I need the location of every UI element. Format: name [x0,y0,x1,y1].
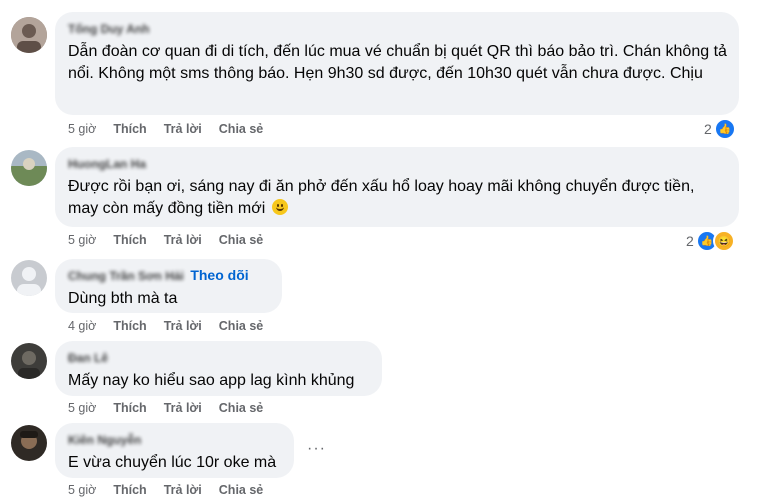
comment-actions: 5 giờ Thích Trả lời Chia sẻ [68,233,280,247]
comment-author[interactable]: HuongLan Ha [68,156,146,172]
comment-author[interactable]: Đan Lê [68,350,108,366]
comment-time[interactable]: 5 giờ [68,483,96,497]
comment-text: Mấy nay ko hiểu sao app lag kình khủng [68,372,355,389]
haha-icon: 😆 [712,230,735,252]
comment-actions: 5 giờ Thích Trả lời Chia sẻ [68,401,280,415]
like-icon: 👍 [713,118,736,140]
comment-time[interactable]: 5 giờ [68,233,96,247]
reply-button[interactable]: Trả lời [164,483,202,497]
avatar[interactable] [11,343,47,379]
more-options-icon[interactable]: ··· [307,440,326,458]
comment-text: Dẫn đoàn cơ quan đi di tích, đến lúc mua… [68,43,727,82]
default-avatar-icon [11,260,47,296]
share-button[interactable]: Chia sẻ [219,233,263,247]
like-button[interactable]: Thích [113,233,146,247]
share-button[interactable]: Chia sẻ [219,401,263,415]
comment-time[interactable]: 5 giờ [68,122,96,136]
comment-bubble: HuongLan Ha Được rồi bạn ơi, sáng nay đi… [55,147,739,227]
profile-photo-icon [11,17,47,53]
like-button[interactable]: Thích [113,401,146,415]
like-button[interactable]: Thích [113,122,146,136]
comment-bubble: Chung Trần Sơn Hải Theo dõi Dùng bth mà … [55,259,282,313]
reply-button[interactable]: Trả lời [164,401,202,415]
profile-photo-icon [11,150,47,186]
comment-text: E vừa chuyển lúc 10r oke mà [68,454,277,471]
profile-photo-icon [11,343,47,379]
reply-button[interactable]: Trả lời [164,233,202,247]
avatar[interactable] [11,260,47,296]
reply-button[interactable]: Trả lời [164,319,202,333]
comment-author[interactable]: Kiên Nguyễn [68,432,141,448]
comment-text: Dùng bth mà ta [68,290,178,307]
comment-bubble: Kiên Nguyễn E vừa chuyển lúc 10r oke mà [55,423,294,478]
share-button[interactable]: Chia sẻ [219,122,263,136]
comment-time[interactable]: 5 giờ [68,401,96,415]
comment-author[interactable]: Chung Trần Sơn Hải [68,268,184,284]
comment-actions: 5 giờ Thích Trả lời Chia sẻ [68,122,280,136]
share-button[interactable]: Chia sẻ [219,483,263,497]
reaction-count: 2 [704,121,712,137]
comment-actions: 5 giờ Thích Trả lời Chia sẻ [68,483,280,497]
comment-author[interactable]: Tống Duy Anh [68,21,150,37]
share-button[interactable]: Chia sẻ [219,319,263,333]
like-button[interactable]: Thích [113,319,146,333]
comment-text: Được rồi bạn ơi, sáng nay đi ăn phở đến … [68,178,695,217]
like-button[interactable]: Thích [113,483,146,497]
comment-actions: 4 giờ Thích Trả lời Chia sẻ [68,319,280,333]
avatar[interactable] [11,17,47,53]
smile-emoji-icon [271,199,288,215]
reply-button[interactable]: Trả lời [164,122,202,136]
reaction-summary[interactable]: 2 👍 😆 [686,230,735,252]
reaction-summary[interactable]: 2 👍 [704,118,736,140]
follow-link[interactable]: Theo dõi [190,267,248,283]
reaction-count: 2 [686,233,694,249]
comment-time[interactable]: 4 giờ [68,319,96,333]
avatar[interactable] [11,150,47,186]
comment-bubble: Đan Lê Mấy nay ko hiểu sao app lag kình … [55,341,382,396]
avatar[interactable] [11,425,47,461]
comment-bubble: Tống Duy Anh Dẫn đoàn cơ quan đi di tích… [55,12,739,115]
profile-photo-icon [11,425,47,461]
